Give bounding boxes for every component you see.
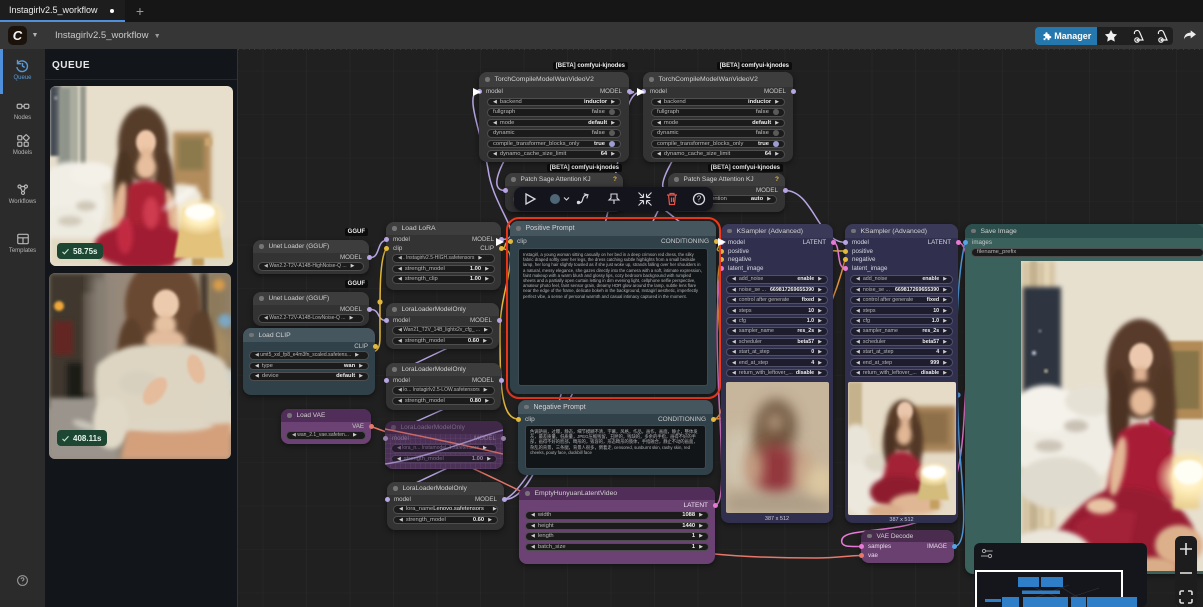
svg-text:?: ? bbox=[697, 195, 702, 204]
